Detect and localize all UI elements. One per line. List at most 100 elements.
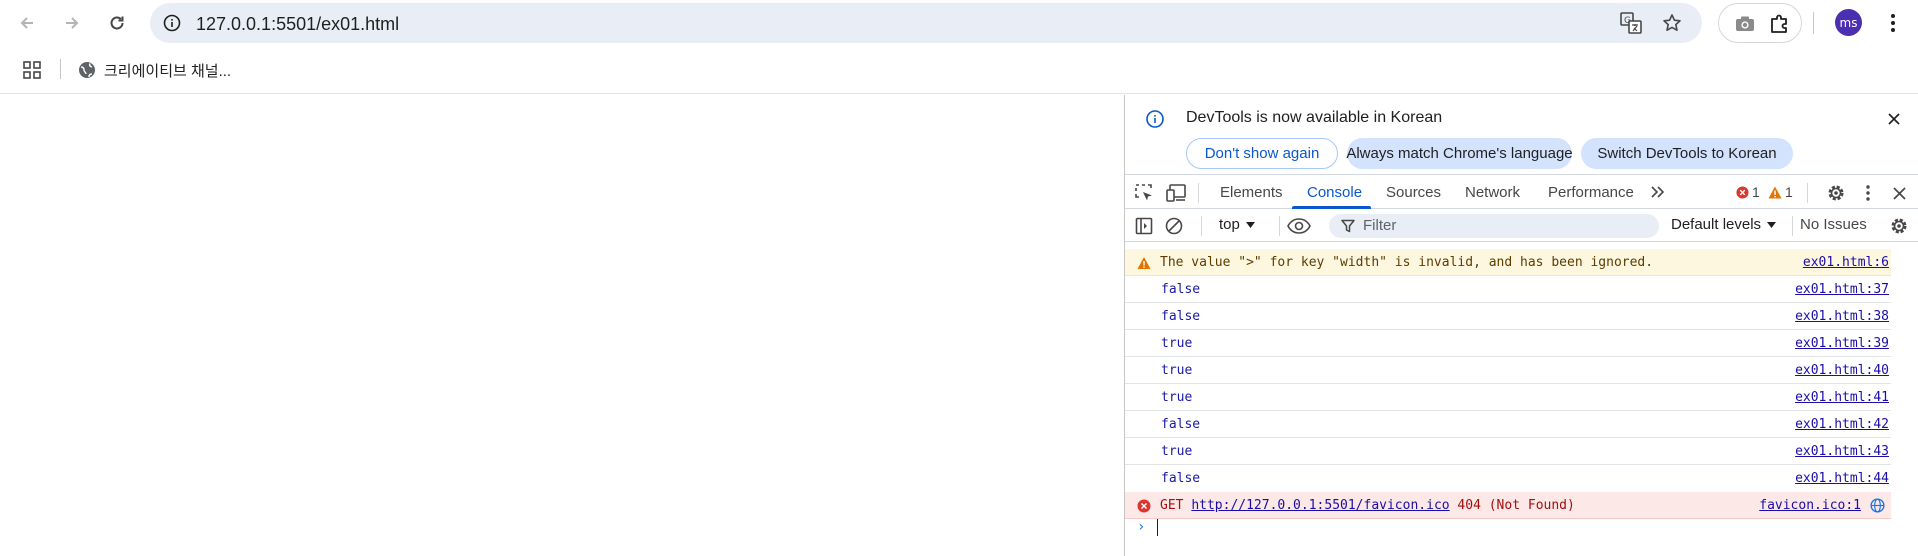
context-selector[interactable]: top bbox=[1219, 216, 1255, 233]
warning-count[interactable]: 1 bbox=[1768, 184, 1793, 200]
console-log-row: false ex01.html:37 bbox=[1125, 276, 1891, 303]
address-bar[interactable]: 127.0.0.1:5501/ex01.html G bbox=[150, 3, 1702, 43]
console-log-row: false ex01.html:38 bbox=[1125, 303, 1891, 330]
translate-button[interactable]: G bbox=[1619, 11, 1643, 35]
console-source-link[interactable]: ex01.html:40 bbox=[1795, 363, 1889, 378]
error-count[interactable]: 1 bbox=[1736, 184, 1760, 200]
filterbar-divider bbox=[1279, 216, 1280, 236]
console-message: true bbox=[1161, 390, 1193, 405]
extension-pinned-group bbox=[1718, 3, 1802, 43]
console-source-link[interactable]: ex01.html:6 bbox=[1803, 255, 1889, 270]
console-source-link[interactable]: ex01.html:37 bbox=[1795, 282, 1889, 297]
language-infobar: DevTools is now available in Korean Don'… bbox=[1125, 95, 1918, 175]
forward-button[interactable] bbox=[56, 7, 88, 39]
console-log-row: false ex01.html:42 bbox=[1125, 411, 1891, 438]
request-method: GET bbox=[1160, 498, 1184, 513]
console-source-link[interactable]: ex01.html:42 bbox=[1795, 417, 1889, 432]
close-icon bbox=[1888, 113, 1900, 125]
site-info-button[interactable] bbox=[158, 9, 186, 37]
network-globe-icon[interactable] bbox=[1870, 498, 1885, 513]
bookmarks-divider bbox=[60, 59, 61, 79]
console-source-link[interactable]: ex01.html:44 bbox=[1795, 471, 1889, 486]
devtools-panel: DevTools is now available in Korean Don'… bbox=[1124, 95, 1918, 556]
log-levels-dropdown[interactable]: Default levels bbox=[1671, 216, 1777, 233]
tab-network[interactable]: Network bbox=[1465, 176, 1520, 209]
close-devtools-button[interactable] bbox=[1888, 182, 1910, 204]
more-tabs-button[interactable] bbox=[1649, 183, 1667, 201]
console-message: true bbox=[1161, 336, 1193, 351]
dropdown-arrow-icon bbox=[1767, 221, 1777, 228]
camera-icon bbox=[1736, 16, 1754, 31]
console-source-link[interactable]: ex01.html:43 bbox=[1795, 444, 1889, 459]
tab-sources[interactable]: Sources bbox=[1386, 176, 1441, 209]
clear-console-button[interactable] bbox=[1163, 215, 1185, 237]
reload-button[interactable] bbox=[101, 7, 133, 39]
active-tab-indicator bbox=[1292, 206, 1371, 209]
browser-toolbar: 127.0.0.1:5501/ex01.html G ms bbox=[0, 0, 1918, 46]
console-warning-row: The value ">" for key "width" is invalid… bbox=[1125, 249, 1891, 276]
dont-show-again-button[interactable]: Don't show again bbox=[1186, 138, 1338, 169]
live-expression-button[interactable] bbox=[1285, 215, 1313, 237]
gear-icon bbox=[1891, 218, 1907, 234]
menu-icon bbox=[1891, 14, 1895, 32]
console-prompt-icon: › bbox=[1137, 519, 1146, 535]
dropdown-arrow-icon bbox=[1245, 221, 1255, 228]
eye-icon bbox=[1287, 218, 1311, 234]
forward-icon bbox=[66, 17, 79, 29]
always-match-language-button[interactable]: Always match Chrome's language bbox=[1346, 138, 1573, 169]
bookmark-star-button[interactable] bbox=[1660, 11, 1684, 35]
filterbar-divider bbox=[1792, 216, 1793, 236]
console-message: true bbox=[1161, 444, 1193, 459]
console-log-row: true ex01.html:43 bbox=[1125, 438, 1891, 465]
tab-elements[interactable]: Elements bbox=[1220, 176, 1283, 209]
log-levels-value: Default levels bbox=[1671, 216, 1762, 233]
warning-icon bbox=[1137, 257, 1151, 269]
bookmark-label: 크리에이티브 채널... bbox=[104, 62, 232, 80]
close-icon bbox=[1892, 186, 1906, 200]
infobar-message: DevTools is now available in Korean bbox=[1186, 109, 1443, 126]
console-source-link[interactable]: ex01.html:38 bbox=[1795, 309, 1889, 324]
translate-icon: G bbox=[1620, 12, 1642, 34]
warning-count-value: 1 bbox=[1785, 184, 1793, 200]
profile-avatar[interactable]: ms bbox=[1835, 9, 1862, 36]
toggle-sidebar-button[interactable] bbox=[1133, 215, 1155, 237]
console-message: false bbox=[1161, 417, 1201, 432]
console-source-link[interactable]: ex01.html:39 bbox=[1795, 336, 1889, 351]
console-filterbar: top Filter Default levels No Issues bbox=[1125, 210, 1918, 242]
error-count-value: 1 bbox=[1752, 184, 1760, 200]
chevron-double-right-icon bbox=[1651, 186, 1665, 198]
devtools-menu-button[interactable] bbox=[1860, 182, 1876, 204]
info-icon bbox=[1146, 110, 1164, 128]
tab-console[interactable]: Console bbox=[1307, 176, 1362, 209]
console-source-link[interactable]: favicon.ico:1 bbox=[1759, 498, 1861, 513]
devtools-settings-button[interactable] bbox=[1825, 182, 1847, 204]
warning-icon bbox=[1768, 186, 1782, 198]
device-toggle-icon bbox=[1166, 184, 1186, 202]
browser-menu-button[interactable] bbox=[1877, 7, 1909, 39]
inspect-element-button[interactable] bbox=[1133, 182, 1155, 204]
back-button[interactable] bbox=[11, 7, 43, 39]
issues-counter[interactable]: No Issues bbox=[1800, 216, 1867, 233]
sidebar-toggle-icon bbox=[1135, 217, 1153, 235]
console-log-row: true ex01.html:39 bbox=[1125, 330, 1891, 357]
kebab-menu-icon bbox=[1866, 185, 1870, 201]
infobar-close-button[interactable] bbox=[1883, 108, 1905, 130]
console-output: The value ">" for key "width" is invalid… bbox=[1125, 243, 1918, 556]
switch-to-korean-button[interactable]: Switch DevTools to Korean bbox=[1581, 138, 1793, 169]
bookmarks-bar: 크리에이티브 채널... bbox=[0, 46, 1918, 94]
tab-performance[interactable]: Performance bbox=[1548, 176, 1634, 209]
gear-icon bbox=[1828, 185, 1844, 201]
console-filter-input[interactable]: Filter bbox=[1329, 214, 1659, 238]
device-toolbar-button[interactable] bbox=[1166, 182, 1188, 204]
console-message: true bbox=[1161, 363, 1193, 378]
request-url-link[interactable]: http://127.0.0.1:5501/favicon.ico bbox=[1191, 498, 1449, 513]
console-source-link[interactable]: ex01.html:41 bbox=[1795, 390, 1889, 405]
screenshot-button[interactable] bbox=[1733, 12, 1757, 36]
error-icon bbox=[1137, 499, 1151, 513]
reload-icon bbox=[110, 16, 124, 30]
extensions-button[interactable] bbox=[1768, 12, 1792, 36]
apps-button[interactable] bbox=[20, 58, 44, 82]
console-settings-button[interactable] bbox=[1888, 215, 1910, 237]
console-input-caret[interactable] bbox=[1157, 519, 1158, 536]
bookmark-item[interactable]: 크리에이티브 채널... bbox=[78, 56, 231, 84]
